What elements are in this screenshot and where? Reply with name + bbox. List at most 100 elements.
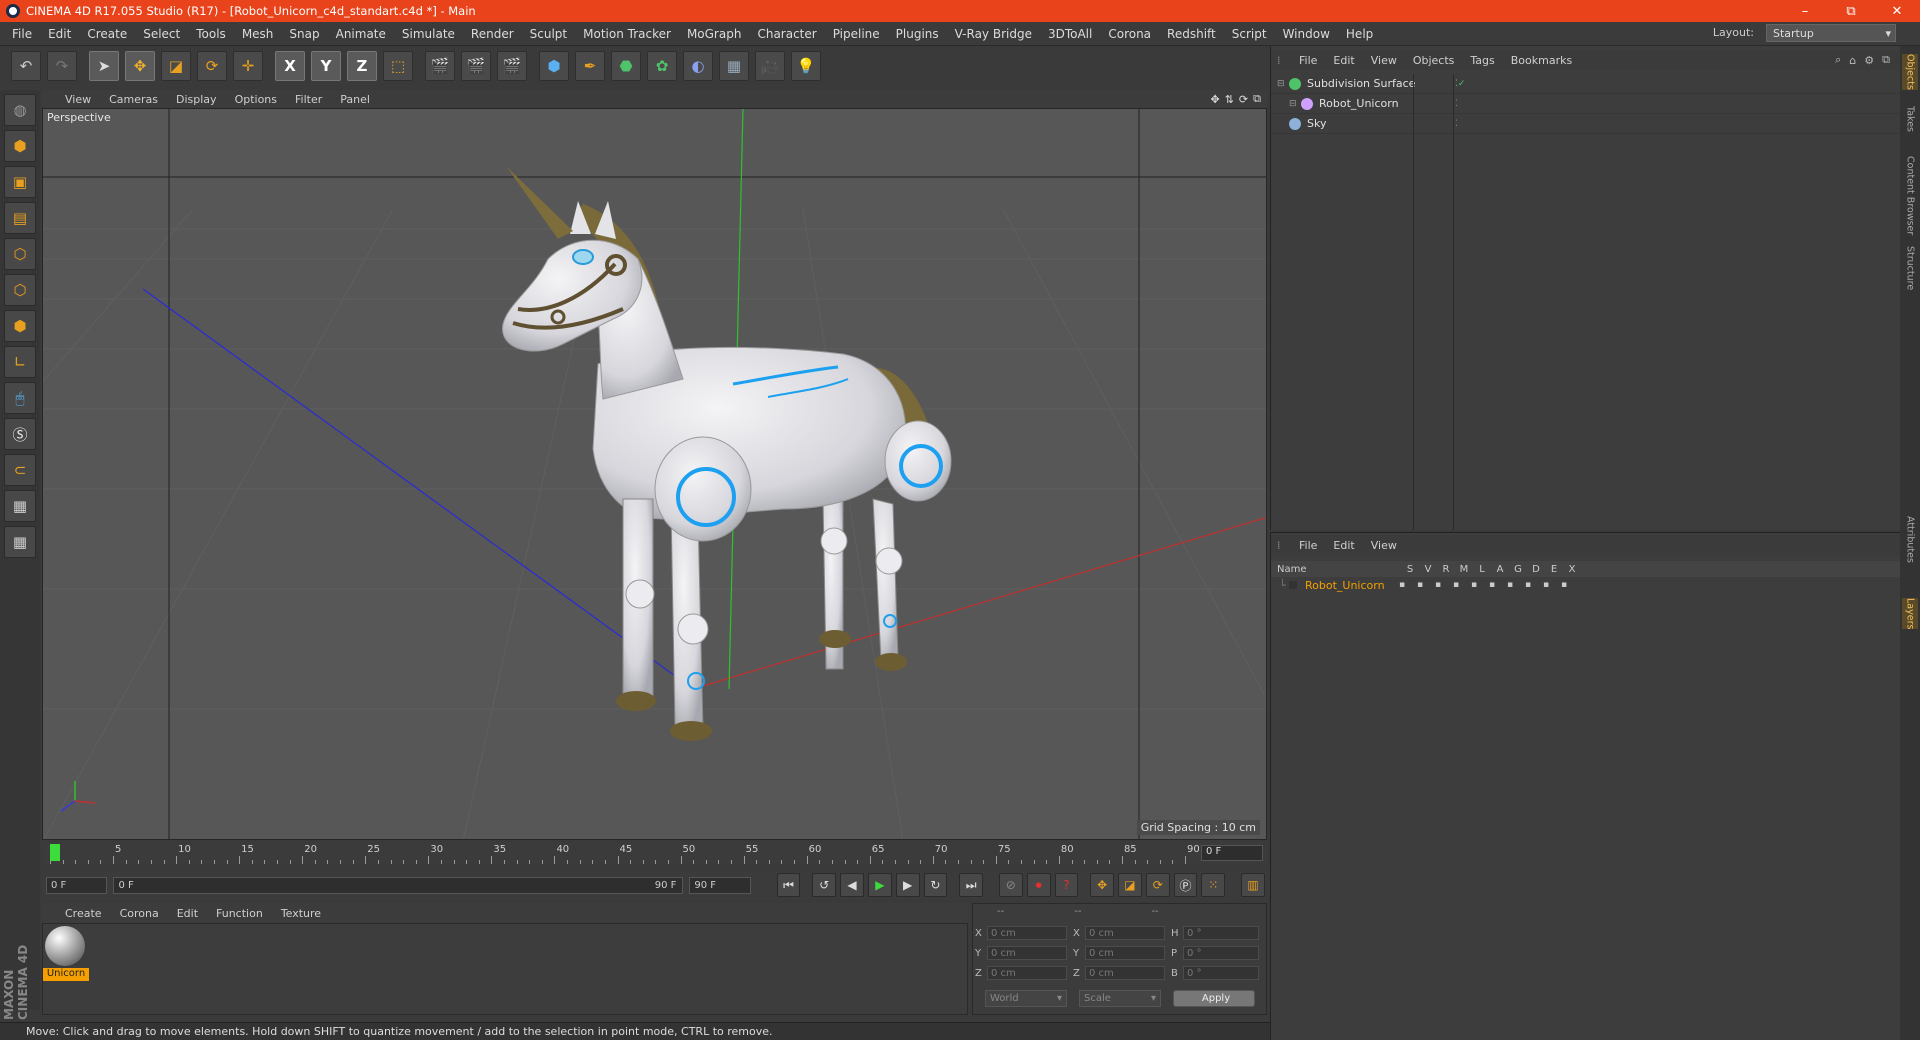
object-menu-bookmarks[interactable]: Bookmarks bbox=[1503, 54, 1580, 67]
menu-mesh[interactable]: Mesh bbox=[234, 27, 282, 41]
timeline-ticks[interactable]: 051015202530354045505560657075808590 bbox=[50, 842, 1200, 864]
pos-x-field[interactable]: 0 cm bbox=[987, 926, 1067, 940]
go-to-end-button[interactable]: ⏭ bbox=[959, 873, 984, 897]
material-menu-create[interactable]: Create bbox=[56, 907, 111, 920]
x-axis-lock-button[interactable]: X bbox=[275, 51, 305, 81]
viewport-menu-filter[interactable]: Filter bbox=[286, 93, 331, 106]
key-scale-button[interactable]: ◪ bbox=[1118, 873, 1142, 897]
autokey-button[interactable]: ? bbox=[1054, 873, 1079, 897]
menu-animate[interactable]: Animate bbox=[328, 27, 394, 41]
previous-key-button[interactable]: ↺ bbox=[812, 873, 837, 897]
menu-help[interactable]: Help bbox=[1338, 27, 1381, 41]
manager-icon[interactable]: ▪ bbox=[1449, 580, 1463, 590]
edges-mode-button[interactable]: ⬡ bbox=[4, 274, 36, 306]
menu-simulate[interactable]: Simulate bbox=[394, 27, 463, 41]
layer-color-swatch[interactable] bbox=[1289, 581, 1297, 589]
object-name[interactable]: Robot_Unicorn bbox=[1319, 97, 1431, 110]
minimize-button[interactable]: – bbox=[1782, 0, 1828, 22]
visible-icon[interactable]: ▪ bbox=[1413, 580, 1427, 590]
deformer-button[interactable]: ◐ bbox=[683, 51, 713, 81]
pan-view-icon[interactable]: ✥ bbox=[1210, 93, 1219, 106]
object-menu-file[interactable]: File bbox=[1291, 54, 1325, 67]
object-row-subdivision-surface[interactable]: ⊟ Subdivision Surface ⁚✓ bbox=[1271, 74, 1900, 94]
y-axis-lock-button[interactable]: Y bbox=[311, 51, 341, 81]
key-pla-button[interactable]: ⁙ bbox=[1201, 873, 1226, 897]
expressions-icon[interactable]: ▪ bbox=[1539, 580, 1553, 590]
viewport-menu-view[interactable]: View bbox=[56, 93, 100, 106]
subdivision-surface-button[interactable]: ⬣ bbox=[611, 51, 641, 81]
menu-redshift[interactable]: Redshift bbox=[1159, 27, 1224, 41]
locked-icon[interactable]: ▪ bbox=[1467, 580, 1481, 590]
key-parameter-button[interactable]: Ⓟ bbox=[1173, 873, 1198, 897]
record-keys-button[interactable]: ⏺ bbox=[1026, 873, 1051, 897]
side-tab-takes[interactable]: Takes bbox=[1902, 106, 1918, 132]
polygons-mode-button[interactable]: ⬢ bbox=[4, 310, 36, 342]
rot-p-field[interactable]: 0 ° bbox=[1183, 946, 1259, 960]
material-menu-function[interactable]: Function bbox=[207, 907, 272, 920]
next-frame-button[interactable]: ▶ bbox=[895, 873, 920, 897]
min-frame-field[interactable]: 0 F bbox=[46, 876, 108, 894]
timeline-window-button[interactable]: ▥ bbox=[1241, 873, 1265, 897]
generators-icon[interactable]: ▪ bbox=[1503, 580, 1517, 590]
transform-tool-button[interactable]: ✛ bbox=[233, 51, 263, 81]
model-mode-button[interactable]: ⬢ bbox=[4, 130, 36, 162]
layer-menu-edit[interactable]: Edit bbox=[1325, 539, 1362, 552]
toggle-layout-icon[interactable]: ⧉ bbox=[1253, 92, 1261, 106]
workplane-lock-button[interactable]: ▦ bbox=[4, 490, 36, 522]
spline-pen-button[interactable]: ✒ bbox=[575, 51, 605, 81]
visibility-dots-icon[interactable]: ⁚ bbox=[1455, 99, 1458, 109]
render-settings-button[interactable]: 🎬 bbox=[497, 51, 527, 81]
render-picture-viewer-button[interactable]: 🎬 bbox=[461, 51, 491, 81]
menu-plugins[interactable]: Plugins bbox=[888, 27, 947, 41]
axis-mode-button[interactable]: ∟ bbox=[4, 346, 36, 378]
size-y-field[interactable]: 0 cm bbox=[1085, 946, 1165, 960]
visibility-dots-icon[interactable]: ⁚✓ bbox=[1455, 79, 1465, 89]
layer-menu-file[interactable]: File bbox=[1291, 539, 1325, 552]
solo-icon[interactable]: ▪ bbox=[1395, 580, 1409, 590]
size-mode-dropdown[interactable]: Scale ▾ bbox=[1079, 990, 1161, 1007]
go-to-start-button[interactable]: ⏮ bbox=[776, 873, 801, 897]
new-window-icon[interactable]: ⧉ bbox=[1882, 53, 1890, 67]
viewport-menu-display[interactable]: Display bbox=[167, 93, 226, 106]
light-button[interactable]: 💡 bbox=[791, 51, 821, 81]
size-z-field[interactable]: 0 cm bbox=[1085, 966, 1165, 980]
rotate-view-icon[interactable]: ⟳ bbox=[1239, 93, 1248, 106]
side-tab-objects[interactable]: Objects bbox=[1902, 54, 1918, 90]
pos-z-field[interactable]: 0 cm bbox=[987, 966, 1067, 980]
key-rotation-button[interactable]: ⟳ bbox=[1145, 873, 1170, 897]
cube-object-button[interactable]: ⬢ bbox=[539, 51, 569, 81]
side-tab-content-browser[interactable]: Content Browser bbox=[1902, 156, 1918, 235]
expand-toggle-icon[interactable]: ⊟ bbox=[1277, 79, 1289, 89]
material-menu-texture[interactable]: Texture bbox=[272, 907, 330, 920]
expand-toggle-icon[interactable]: ⊟ bbox=[1289, 99, 1301, 109]
coordinate-system-button[interactable]: ⬚ bbox=[383, 51, 413, 81]
key-position-button[interactable]: ✥ bbox=[1090, 873, 1115, 897]
side-tab-structure[interactable]: Structure bbox=[1902, 246, 1918, 290]
motion-path-button[interactable]: ⊘ bbox=[998, 873, 1023, 897]
object-row-robot-unicorn[interactable]: ⊟ Robot_Unicorn ⁚ bbox=[1271, 94, 1900, 114]
close-button[interactable]: ✕ bbox=[1874, 0, 1920, 22]
magnet-button[interactable]: ⊂ bbox=[4, 454, 36, 486]
material-menu-corona[interactable]: Corona bbox=[111, 907, 168, 920]
xref-icon[interactable]: ▪ bbox=[1557, 580, 1571, 590]
object-menu-edit[interactable]: Edit bbox=[1325, 54, 1362, 67]
floor-button[interactable]: ▦ bbox=[719, 51, 749, 81]
menu-file[interactable]: File bbox=[4, 27, 40, 41]
apply-button[interactable]: Apply bbox=[1173, 990, 1255, 1007]
material-unicorn[interactable]: Unicorn bbox=[43, 924, 89, 984]
camera-button[interactable]: 🎥 bbox=[755, 51, 785, 81]
3d-viewport[interactable]: Perspective Grid Spacing : 10 cm bbox=[42, 108, 1267, 840]
undo-button[interactable]: ↶ bbox=[11, 51, 41, 81]
material-menu-edit[interactable]: Edit bbox=[168, 907, 207, 920]
make-editable-button[interactable]: ◍ bbox=[4, 94, 36, 126]
layer-row[interactable]: └ Robot_Unicorn ▪ ▪ ▪ ▪ ▪ ▪ ▪ ▪ ▪ ▪ bbox=[1271, 577, 1900, 593]
points-mode-button[interactable]: ⬡ bbox=[4, 238, 36, 270]
layer-name[interactable]: Robot_Unicorn bbox=[1305, 579, 1395, 592]
play-button[interactable]: ▶ bbox=[867, 873, 892, 897]
size-x-field[interactable]: 0 cm bbox=[1085, 926, 1165, 940]
workplane-mode-button[interactable]: ▤ bbox=[4, 202, 36, 234]
home-icon[interactable]: ⌂ bbox=[1849, 54, 1856, 67]
menu-character[interactable]: Character bbox=[749, 27, 824, 41]
viewport-menu-panel[interactable]: Panel bbox=[331, 93, 379, 106]
animation-icon[interactable]: ▪ bbox=[1485, 580, 1499, 590]
